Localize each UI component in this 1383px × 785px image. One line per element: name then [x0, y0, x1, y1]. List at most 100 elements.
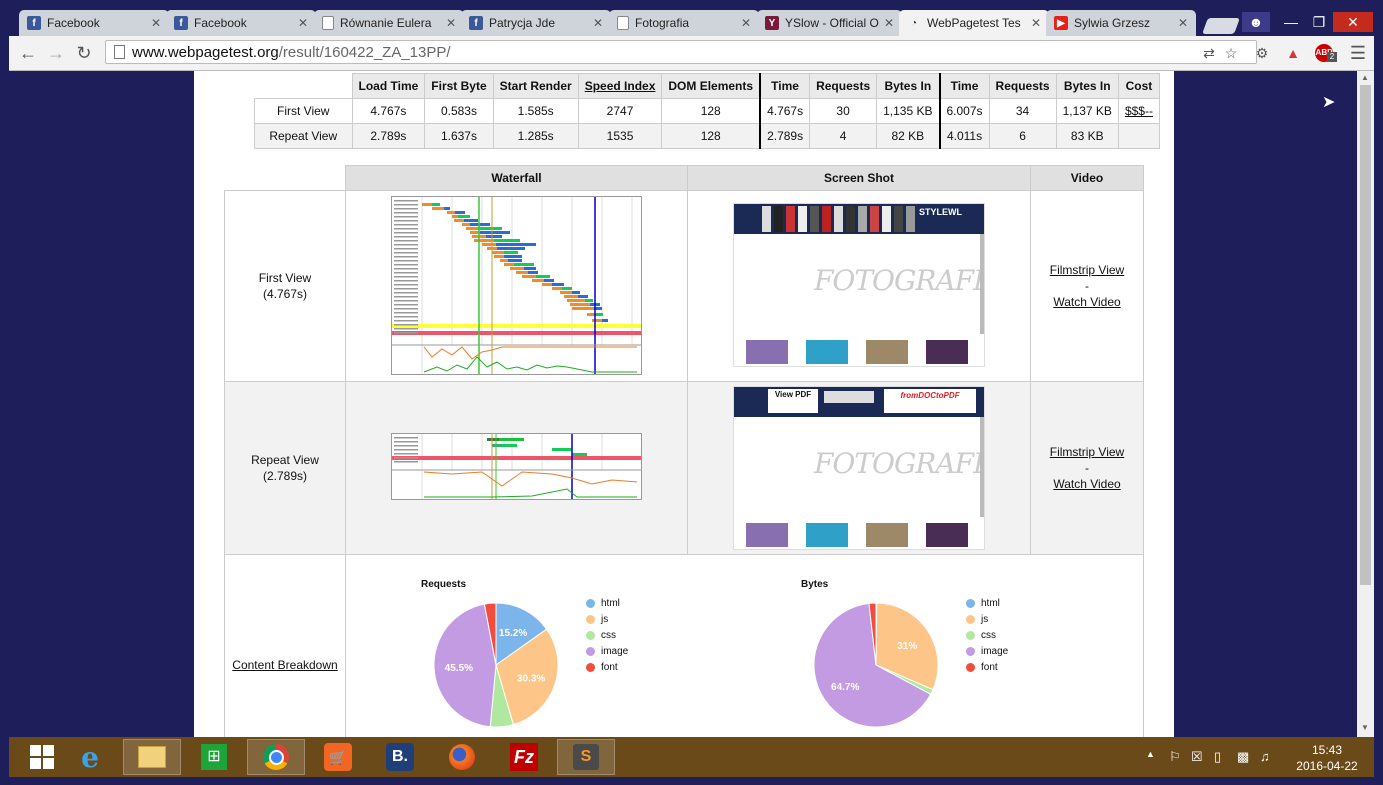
- firefox-icon[interactable]: [433, 739, 491, 775]
- yslow-extension-icon[interactable]: ▲: [1284, 44, 1302, 62]
- cell-value: 4.011s: [938, 123, 990, 149]
- tray-network-error-icon[interactable]: ☒: [1191, 749, 1203, 765]
- tab-6[interactable]: Y YSlow - Official O ✕: [757, 10, 902, 36]
- first-view-waterfall-thumbnail[interactable]: [391, 196, 642, 375]
- tray-flag-icon[interactable]: ⚐: [1169, 749, 1181, 765]
- scroll-down-icon[interactable]: ▼: [1361, 723, 1369, 732]
- speed-index-link[interactable]: Speed Index: [585, 79, 656, 93]
- internet-explorer-icon[interactable]: e: [61, 739, 119, 775]
- filmstrip-view-link-text[interactable]: Filmstrip View: [1050, 263, 1124, 277]
- close-tab-icon[interactable]: ✕: [1029, 16, 1043, 30]
- close-tab-icon[interactable]: ✕: [1176, 16, 1190, 30]
- legend-item-font[interactable]: font: [586, 659, 628, 675]
- menu-icon[interactable]: ☰: [1349, 44, 1367, 62]
- maximize-button[interactable]: ❐: [1305, 12, 1333, 32]
- shopping-app-icon[interactable]: 🛒: [309, 739, 367, 775]
- first-view-label: First View: [258, 271, 312, 285]
- close-tab-icon[interactable]: ✕: [882, 16, 896, 30]
- tab-8[interactable]: ▶ Sylwia Grzesz ✕: [1046, 10, 1196, 36]
- store-icon[interactable]: ⊞: [185, 739, 243, 775]
- waterfall-bar-download: [464, 219, 478, 222]
- repeat-view-waterfall-thumbnail[interactable]: [391, 433, 642, 500]
- tab-2[interactable]: f Facebook ✕: [166, 10, 316, 36]
- minimize-button[interactable]: —: [1277, 12, 1305, 32]
- translate-icon[interactable]: ⇄: [1200, 44, 1218, 62]
- address-bar[interactable]: www.webpagetest.org/result/160422_ZA_13P…: [105, 40, 1257, 64]
- filmstrip-view-link-first[interactable]: Filmstrip View: [1031, 263, 1143, 277]
- header-speed-index[interactable]: Speed Index: [577, 73, 663, 99]
- tab-3[interactable]: Równanie Eulera ✕: [314, 10, 464, 36]
- pie-data-label: 15.2%: [499, 628, 527, 639]
- thumb-2: [806, 340, 848, 364]
- tab-1[interactable]: f Facebook ✕: [19, 10, 169, 36]
- forward-icon[interactable]: →: [45, 42, 67, 64]
- b-app-icon[interactable]: B.: [371, 739, 429, 775]
- close-tab-icon[interactable]: ✕: [149, 16, 163, 30]
- waterfall-url-label: [394, 288, 418, 290]
- filezilla-icon[interactable]: Fz: [495, 739, 553, 775]
- tray-battery-icon[interactable]: ▯: [1214, 749, 1221, 765]
- tray-expand-icon[interactable]: ▲: [1146, 749, 1155, 759]
- watch-video-link-first[interactable]: Watch Video: [1031, 295, 1143, 309]
- close-tab-icon[interactable]: ✕: [296, 16, 310, 30]
- cell-value: 2.789s: [759, 123, 811, 149]
- legend-swatch: [586, 662, 595, 672]
- tab-7[interactable]: ◔ WebPagetest Tes ✕: [899, 10, 1049, 36]
- legend-item-image[interactable]: image: [966, 643, 1008, 659]
- cell-value: 82 KB: [876, 123, 940, 149]
- page-scrollbar[interactable]: ▲ ▼: [1357, 71, 1374, 737]
- legend-item-css[interactable]: css: [586, 627, 628, 643]
- waterfall-url-label: [394, 244, 418, 246]
- scrollbar-thumb[interactable]: [1360, 85, 1371, 585]
- waterfall-bar-connect: [542, 283, 552, 286]
- content-breakdown-link-text[interactable]: Content Breakdown: [232, 658, 337, 672]
- close-tab-icon[interactable]: ✕: [739, 16, 753, 30]
- waterfall-bar-download: [544, 279, 554, 282]
- new-tab-button[interactable]: [1202, 18, 1240, 34]
- ad-brand: STYLEWL: [919, 207, 962, 217]
- tab-5[interactable]: Fotografia ✕: [609, 10, 759, 36]
- user-profile-button[interactable]: ☻: [1242, 12, 1270, 32]
- chrome-icon[interactable]: [247, 739, 305, 775]
- legend-swatch: [586, 630, 595, 640]
- legend-label: js: [981, 613, 989, 625]
- watch-video-link-text[interactable]: Watch Video: [1053, 477, 1120, 491]
- legend-item-css[interactable]: css: [966, 627, 1008, 643]
- filmstrip-view-link-repeat[interactable]: Filmstrip View: [1031, 445, 1143, 459]
- legend-item-js[interactable]: js: [586, 611, 628, 627]
- close-tab-icon[interactable]: ✕: [591, 16, 605, 30]
- cost-cell[interactable]: $$$--: [1117, 98, 1160, 124]
- legend-item-image[interactable]: image: [586, 643, 628, 659]
- tab-label: WebPagetest Tes: [927, 16, 1021, 30]
- waterfall-bar-download: [578, 295, 588, 298]
- filmstrip-view-link-text[interactable]: Filmstrip View: [1050, 445, 1124, 459]
- taskbar-clock[interactable]: 15:43 2016-04-22: [1294, 742, 1360, 774]
- extension-icon[interactable]: ⚙: [1253, 44, 1271, 62]
- sublime-text-icon[interactable]: S: [557, 739, 615, 775]
- watch-video-link-text[interactable]: Watch Video: [1053, 295, 1120, 309]
- content-breakdown-link[interactable]: Content Breakdown: [225, 658, 345, 672]
- legend-item-html[interactable]: html: [586, 595, 628, 611]
- url-text[interactable]: www.webpagetest.org/result/160422_ZA_13P…: [132, 44, 451, 61]
- legend-item-js[interactable]: js: [966, 611, 1008, 627]
- close-window-button[interactable]: ✕: [1333, 12, 1373, 32]
- close-tab-icon[interactable]: ✕: [444, 16, 458, 30]
- tab-4[interactable]: f Patrycja Jde ✕: [461, 10, 611, 36]
- cell-value: 34: [988, 98, 1057, 124]
- waterfall-bar-download: [478, 227, 502, 230]
- cost-link[interactable]: $$$--: [1125, 104, 1153, 118]
- waterfall-bar-connect: [564, 295, 578, 298]
- document-icon: [322, 16, 334, 30]
- tray-signal-icon[interactable]: ▩: [1237, 749, 1249, 765]
- back-icon[interactable]: ←: [17, 42, 39, 64]
- watch-video-link-repeat[interactable]: Watch Video: [1031, 477, 1143, 491]
- file-explorer-icon[interactable]: [123, 739, 181, 775]
- repeat-view-screenshot[interactable]: View PDF fromDOCtoPDF FOTOGRAFIA.pl: [733, 386, 985, 550]
- tray-volume-icon[interactable]: ♫: [1260, 749, 1270, 764]
- bookmark-star-icon[interactable]: ☆: [1222, 44, 1240, 62]
- scroll-up-icon[interactable]: ▲: [1361, 73, 1369, 82]
- reload-icon[interactable]: ↻: [73, 42, 95, 64]
- legend-item-html[interactable]: html: [966, 595, 1008, 611]
- legend-item-font[interactable]: font: [966, 659, 1008, 675]
- first-view-screenshot[interactable]: STYLEWL FOTOGRAFIA.pl: [733, 203, 985, 367]
